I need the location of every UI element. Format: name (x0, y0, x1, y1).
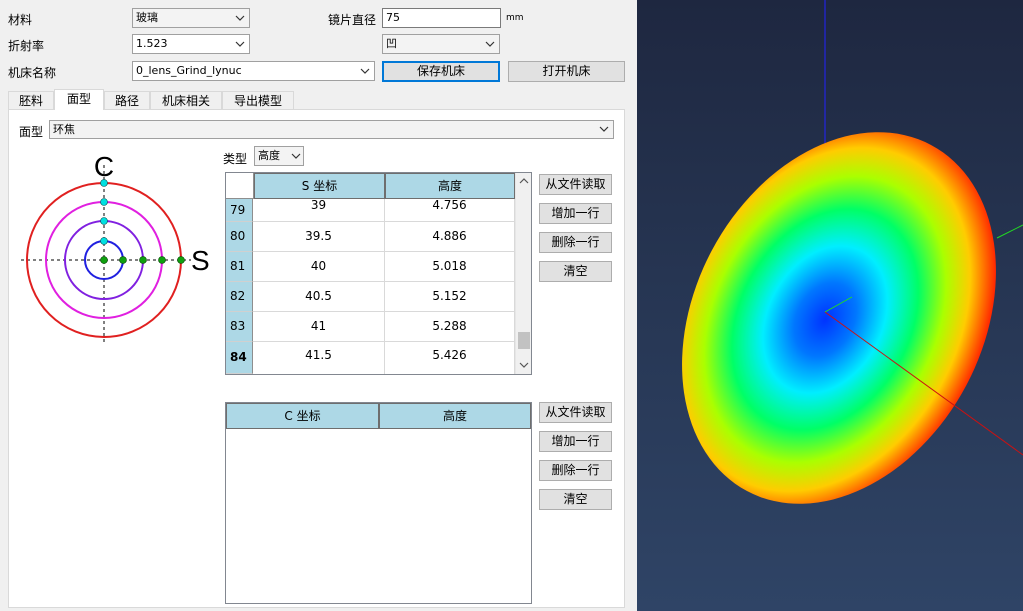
refractive-label: 折射率 (8, 39, 45, 53)
toric-diagram: C S (21, 151, 210, 343)
machine-value: 0_lens_Grind_lynuc (136, 64, 242, 77)
c-axis-label: C (94, 151, 114, 182)
lens-surface (682, 132, 996, 504)
table-corner (226, 173, 254, 199)
clear-button[interactable]: 清空 (539, 489, 612, 510)
delete-row-button[interactable]: 删除一行 (539, 460, 612, 481)
refractive-value: 1.523 (136, 37, 168, 50)
table-cell[interactable]: 40 (253, 252, 385, 282)
diameter-input[interactable]: 75 (382, 8, 501, 28)
shape-value: 凹 (386, 37, 397, 50)
type-select[interactable]: 高度 (254, 146, 304, 166)
row-header[interactable]: 84 (226, 342, 253, 374)
table-cell[interactable]: 39 (253, 199, 385, 222)
refractive-select[interactable]: 1.523 (132, 34, 250, 54)
lens-surface-render (682, 0, 1023, 504)
table-cell[interactable]: 41.5 (253, 342, 385, 374)
tab-path[interactable]: 路径 (104, 91, 150, 109)
surface-select[interactable]: 环焦 (49, 120, 614, 139)
3d-viewport[interactable] (637, 0, 1023, 611)
diameter-label: 镜片直径 (328, 13, 377, 27)
chevron-down-icon (235, 11, 245, 25)
type-label: 类型 (223, 152, 248, 166)
tab-surface[interactable]: 面型 (54, 89, 104, 110)
s-coordinate-table[interactable]: S 坐标 高度 79 39 4.756 80 39.5 4.886 81 40 … (225, 172, 532, 375)
c-column-header[interactable]: C 坐标 (226, 403, 379, 429)
chevron-up-icon[interactable] (519, 177, 529, 185)
row-header[interactable]: 80 (226, 222, 253, 252)
row-header[interactable]: 82 (226, 282, 253, 312)
machine-label: 机床名称 (8, 66, 57, 80)
delete-row-button[interactable]: 删除一行 (539, 232, 612, 253)
table-cell[interactable]: 4.886 (385, 222, 515, 252)
table-cell[interactable]: 41 (253, 312, 385, 342)
table-cell[interactable]: 40.5 (253, 282, 385, 312)
row-header[interactable]: 79 (226, 199, 253, 222)
material-select[interactable]: 玻璃 (132, 8, 250, 28)
table-cell[interactable]: 5.018 (385, 252, 515, 282)
height-column-header[interactable]: 高度 (385, 173, 515, 199)
s-axis-label: S (191, 245, 210, 276)
height-column-header[interactable]: 高度 (379, 403, 531, 429)
surface-value: 环焦 (53, 123, 75, 136)
table-cell[interactable]: 5.288 (385, 312, 515, 342)
material-value: 玻璃 (136, 11, 158, 24)
diameter-unit: mm (506, 13, 524, 23)
scrollbar-thumb[interactable] (518, 332, 530, 350)
table-cell[interactable]: 5.152 (385, 282, 515, 312)
tab-machine[interactable]: 机床相关 (150, 91, 222, 109)
row-header[interactable]: 83 (226, 312, 253, 342)
table-cell[interactable]: 4.756 (385, 199, 515, 222)
tab-blank[interactable]: 胚料 (8, 91, 54, 109)
row-header[interactable]: 81 (226, 252, 253, 282)
table-cell[interactable]: 5.426 (385, 342, 515, 374)
chevron-down-icon (599, 122, 609, 136)
shape-select[interactable]: 凹 (382, 34, 500, 54)
add-row-button[interactable]: 增加一行 (539, 431, 612, 452)
type-value: 高度 (258, 149, 280, 162)
read-file-button[interactable]: 从文件读取 (539, 174, 612, 195)
s-column-header[interactable]: S 坐标 (254, 173, 385, 199)
surface-label: 面型 (19, 125, 44, 139)
c-coordinate-table[interactable]: C 坐标 高度 (225, 402, 532, 604)
table-cell[interactable]: 39.5 (253, 222, 385, 252)
chevron-down-icon (291, 149, 301, 163)
chevron-down-icon (235, 37, 245, 51)
surface-panel: 面型 环焦 C S 类型 高度 S 坐标 高度 79 39 4.756 80 3… (8, 109, 625, 608)
material-label: 材料 (8, 13, 33, 27)
save-machine-button[interactable]: 保存机床 (382, 61, 500, 82)
open-machine-button[interactable]: 打开机床 (508, 61, 625, 82)
chevron-down-icon[interactable] (519, 361, 529, 369)
vertical-scrollbar[interactable] (515, 173, 531, 374)
add-row-button[interactable]: 增加一行 (539, 203, 612, 224)
tab-export[interactable]: 导出模型 (222, 91, 294, 109)
chevron-down-icon (485, 37, 495, 51)
read-file-button[interactable]: 从文件读取 (539, 402, 612, 423)
machine-select[interactable]: 0_lens_Grind_lynuc (132, 61, 375, 81)
clear-button[interactable]: 清空 (539, 261, 612, 282)
chevron-down-icon (360, 64, 370, 78)
